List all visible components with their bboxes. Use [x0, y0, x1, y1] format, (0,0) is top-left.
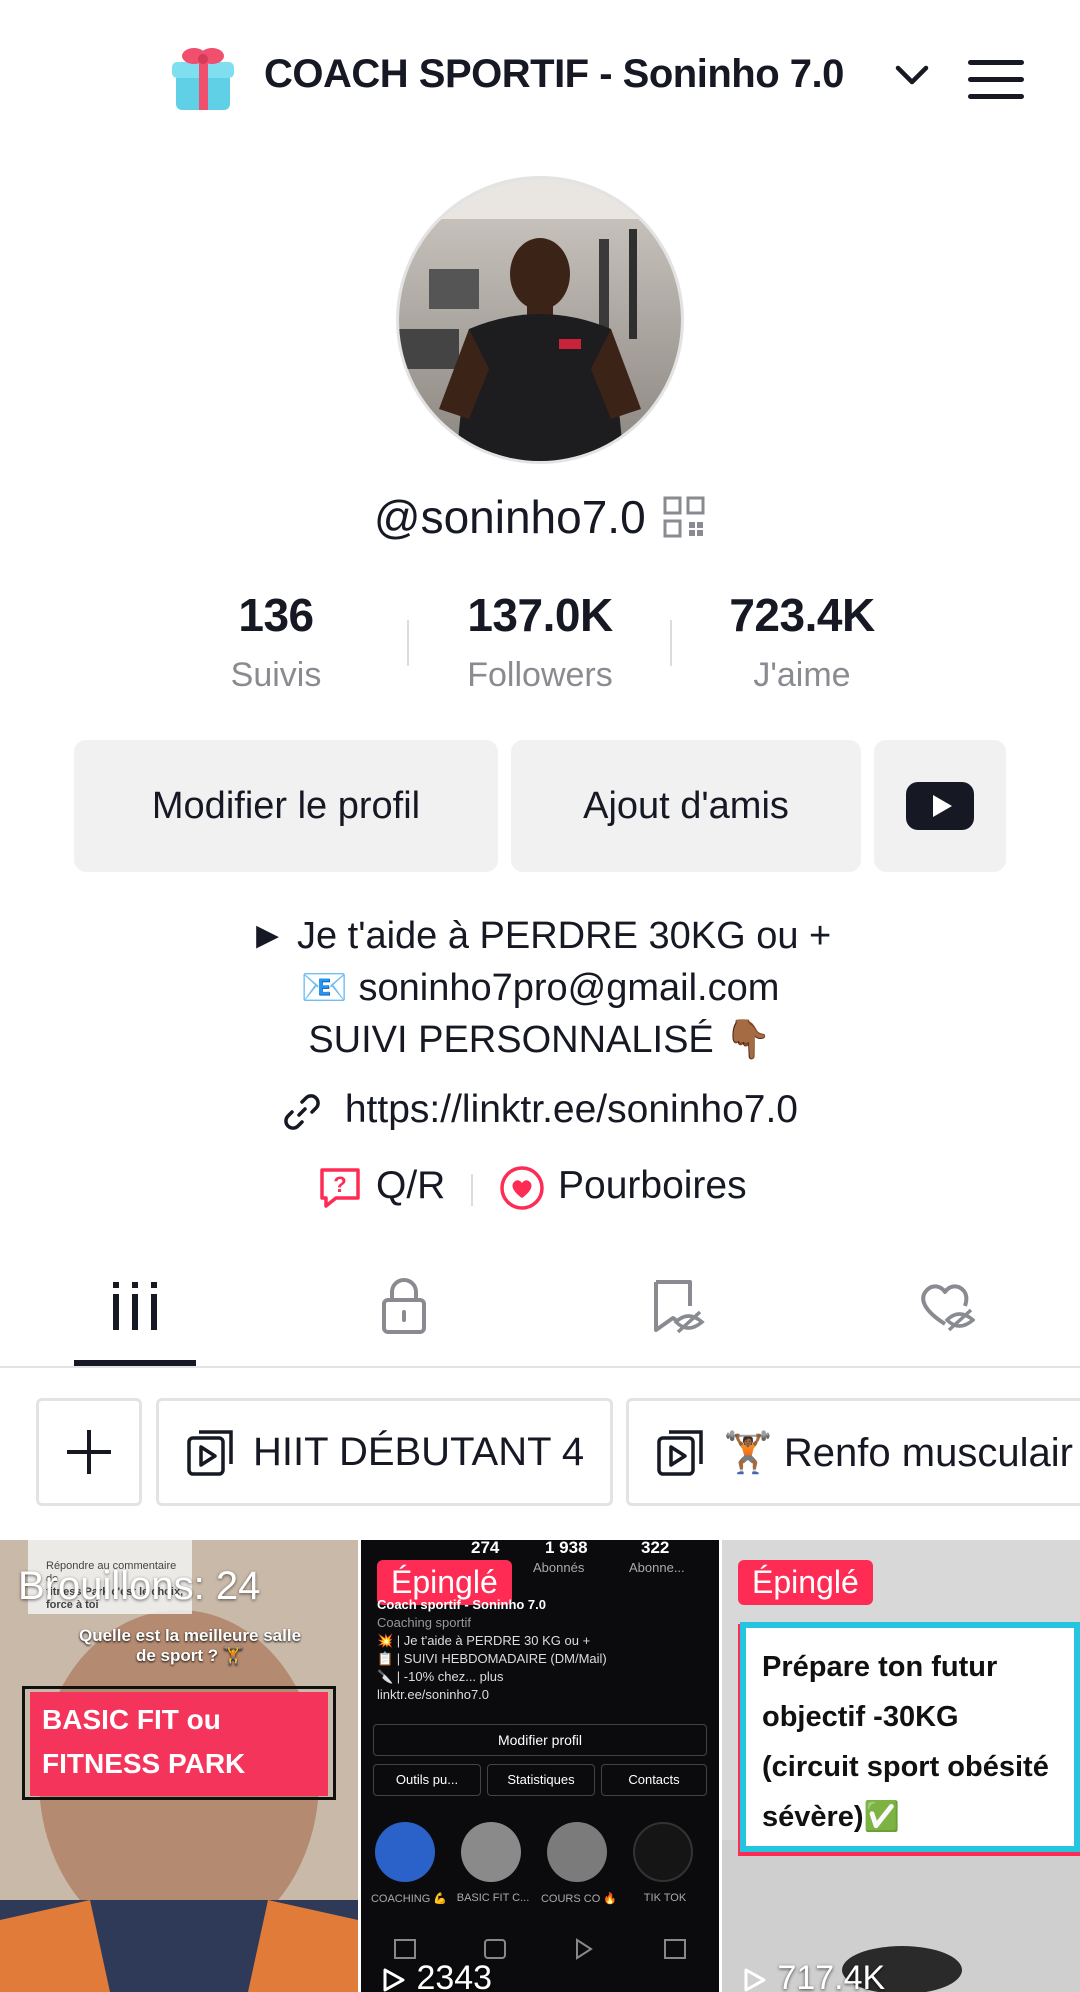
view-count-value: 717.4K	[777, 1959, 886, 1992]
email-emoji: 📧	[300, 967, 348, 1009]
likes-stat[interactable]: 723.4K J'aime	[682, 588, 922, 695]
lock-icon[interactable]	[374, 1276, 434, 1336]
profile-page: COACH SPORTIF - Soninho 7.0 @soninho7.0 …	[0, 0, 1080, 1992]
inner-line: 🔪 | -10% chez... plus	[377, 1669, 504, 1684]
add-playlist-button[interactable]	[36, 1398, 142, 1506]
view-count: 717.4K	[740, 1959, 885, 1992]
pinned-video-tile[interactable]: 274 1 938 322 Abonnés Abonne... Épinglé …	[361, 1540, 719, 1992]
inner-button: Outils pu...	[373, 1764, 481, 1796]
bookmark-hidden-icon[interactable]	[646, 1276, 706, 1336]
grid-icon[interactable]	[105, 1276, 165, 1336]
playlist-label: 🏋🏾 Renfo musculair	[723, 1430, 1073, 1475]
link-icon	[284, 1093, 320, 1130]
tips-heart-icon	[500, 1166, 544, 1210]
inner-stat-value: 322	[641, 1540, 670, 1557]
play-icon	[383, 1968, 405, 1992]
playlist-row: HIIT DÉBUTANT 4 🏋🏾 Renfo musculair	[0, 1398, 1080, 1508]
playlist-chip[interactable]: 🏋🏾 Renfo musculair	[626, 1398, 1080, 1506]
inner-title: Coach sportif - Soninho 7.0	[377, 1597, 547, 1612]
likes-count: 723.4K	[729, 589, 875, 641]
followers-label: Followers	[467, 656, 613, 694]
following-label: Suivis	[230, 656, 322, 694]
plus-icon	[67, 1430, 111, 1474]
bio-line-2: 📧 soninho7pro@gmail.com	[0, 962, 1080, 1014]
bio: ► Je t'aide à PERDRE 30KG ou + 📧 soninho…	[0, 910, 1080, 1066]
add-friends-button[interactable]: Ajout d'amis	[511, 740, 861, 872]
stat-divider	[407, 620, 409, 666]
drafts-video-tile[interactable]: Répondre au commentaire de fitness Park …	[0, 1540, 358, 1992]
following-count: 136	[238, 589, 314, 641]
inner-line: 📋 | SUIVI HEBDOMADAIRE (DM/Mail)	[377, 1651, 607, 1666]
handle-row: @soninho7.0	[0, 490, 1080, 544]
inner-highlight-label: COURS CO 🔥	[540, 1893, 618, 1905]
video-grid: Répondre au commentaire de fitness Park …	[0, 1540, 1080, 1992]
youtube-button[interactable]	[874, 740, 1006, 872]
heart-hidden-icon[interactable]	[915, 1276, 975, 1336]
card-text: Prépare ton futur objectif -30KG (circui…	[740, 1622, 1080, 1852]
followers-stat[interactable]: 137.0K Followers	[420, 588, 660, 695]
pinned-badge: Épinglé	[738, 1560, 873, 1605]
edit-profile-button[interactable]: Modifier le profil	[74, 740, 498, 872]
profile-link[interactable]: https://linktr.ee/soninho7.0	[345, 1088, 798, 1131]
question-answer-icon: ?	[320, 1168, 360, 1208]
stat-divider	[670, 620, 672, 666]
view-count: 2343	[379, 1959, 492, 1992]
top-bar: COACH SPORTIF - Soninho 7.0	[0, 30, 1080, 120]
inner-stat-value: 274	[471, 1540, 500, 1557]
inner-link: linktr.ee/soninho7.0	[377, 1687, 490, 1702]
svg-text:?: ?	[333, 1172, 346, 1197]
drafts-count: Brouillons: 24	[18, 1564, 261, 1608]
followers-count: 137.0K	[467, 589, 613, 641]
inner-highlight-label: TIK TOK	[643, 1892, 687, 1904]
qa-divider	[471, 1174, 473, 1206]
qr-code-icon[interactable]	[662, 495, 706, 539]
inner-line: 💥 | Je t'aide à PERDRE 30 KG ou +	[377, 1633, 591, 1648]
profile-tabs	[0, 1262, 1080, 1368]
inner-bio: Coach sportif - Soninho 7.0 Coaching spo…	[377, 1596, 707, 1704]
inner-highlight-label: COACHING 💪	[370, 1893, 448, 1905]
active-tab-indicator	[74, 1360, 196, 1366]
playlist-icon	[657, 1430, 703, 1476]
account-name[interactable]: COACH SPORTIF - Soninho 7.0	[264, 52, 844, 97]
playlist-label: HIIT DÉBUTANT 4	[253, 1429, 585, 1474]
bio-line-3-text: SUIVI PERSONNALISÉ	[308, 1019, 714, 1061]
bio-line-1: ► Je t'aide à PERDRE 30KG ou +	[248, 915, 832, 957]
inner-stat-label: Abonne...	[629, 1560, 685, 1575]
avatar[interactable]	[396, 176, 684, 464]
qa-tips-row: ? Q/R Pourboires	[0, 1160, 1080, 1216]
playlist-chip[interactable]: HIIT DÉBUTANT 4	[156, 1398, 613, 1506]
view-count-value: 2343	[416, 1959, 493, 1992]
inner-highlight	[375, 1822, 435, 1882]
inner-button: Statistiques	[487, 1764, 595, 1796]
inner-subtitle: Coaching sportif	[377, 1615, 471, 1630]
youtube-icon	[906, 782, 974, 830]
hamburger-menu-icon[interactable]	[966, 54, 1026, 104]
bio-email: soninho7pro@gmail.com	[358, 967, 780, 1009]
username: @soninho7.0	[373, 491, 646, 543]
inner-highlight-label: BASIC FIT C...	[456, 1892, 530, 1904]
video-caption: Quelle est la meilleure salle de sport ?…	[78, 1626, 302, 1665]
inner-stat-label: Abonnés	[533, 1560, 585, 1575]
inner-highlight	[547, 1822, 607, 1882]
inner-highlight	[633, 1822, 693, 1882]
profile-link-row[interactable]: https://linktr.ee/soninho7.0	[0, 1088, 1080, 1132]
pointing-down-emoji: 👇🏾	[724, 1019, 772, 1061]
play-icon	[744, 1968, 766, 1992]
qa-link[interactable]: Q/R	[376, 1164, 445, 1208]
inner-stat-value: 1 938	[545, 1540, 588, 1557]
video-banner: BASIC FIT ou FITNESS PARK	[30, 1692, 328, 1796]
inner-button: Contacts	[601, 1764, 707, 1796]
pinned-video-tile[interactable]: Épinglé Prépare ton futur objectif -30KG…	[722, 1540, 1080, 1992]
inner-highlight	[461, 1822, 521, 1882]
gift-box-icon[interactable]	[170, 40, 236, 112]
following-stat[interactable]: 136 Suivis	[156, 588, 396, 695]
bio-line-3: SUIVI PERSONNALISÉ 👇🏾	[0, 1014, 1080, 1066]
playlist-icon	[187, 1430, 233, 1476]
likes-label: J'aime	[753, 656, 851, 694]
stats-row: 136 Suivis 137.0K Followers 723.4K J'aim…	[0, 588, 1080, 698]
inner-edit-profile: Modifier profil	[373, 1724, 707, 1756]
tips-link[interactable]: Pourboires	[558, 1164, 747, 1208]
chevron-down-icon[interactable]	[892, 60, 932, 90]
